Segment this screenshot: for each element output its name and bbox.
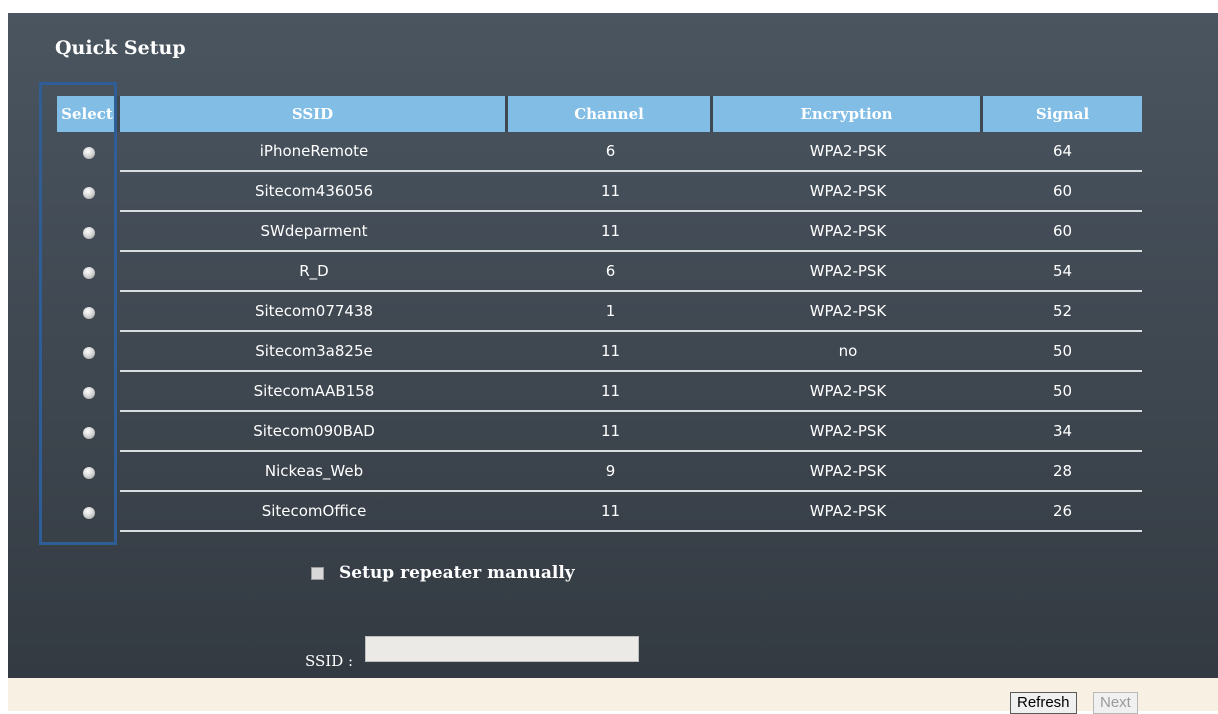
table-row[interactable]: Sitecom436056 11 WPA2-PSK 60 <box>57 172 1142 212</box>
ssid-cell: Sitecom3a825e <box>120 332 508 372</box>
channel-cell: 9 <box>508 452 713 492</box>
signal-cell: 52 <box>983 292 1142 332</box>
channel-cell: 1 <box>508 292 713 332</box>
channel-cell: 11 <box>508 372 713 412</box>
ssid-cell: R_D <box>120 252 508 292</box>
header-signal: Signal <box>983 96 1142 132</box>
ssid-cell: SitecomOffice <box>120 492 508 532</box>
signal-cell: 60 <box>983 212 1142 252</box>
encryption-cell: WPA2-PSK <box>713 212 983 252</box>
channel-cell: 11 <box>508 412 713 452</box>
access-point-table: Select SSID Channel Encryption Signal iP… <box>57 96 1142 532</box>
encryption-cell: no <box>713 332 983 372</box>
encryption-cell: WPA2-PSK <box>713 132 983 172</box>
channel-cell: 11 <box>508 492 713 532</box>
ssid-cell: Sitecom090BAD <box>120 412 508 452</box>
channel-cell: 11 <box>508 172 713 212</box>
signal-cell: 26 <box>983 492 1142 532</box>
page-title: Quick Setup <box>55 37 186 59</box>
encryption-cell: WPA2-PSK <box>713 492 983 532</box>
ssid-input[interactable] <box>365 636 639 662</box>
signal-cell: 54 <box>983 252 1142 292</box>
channel-cell: 6 <box>508 132 713 172</box>
channel-cell: 11 <box>508 332 713 372</box>
table-header-row: Select SSID Channel Encryption Signal <box>57 96 1142 132</box>
table-row[interactable]: iPhoneRemote 6 WPA2-PSK 64 <box>57 132 1142 172</box>
signal-cell: 64 <box>983 132 1142 172</box>
table-row[interactable]: Sitecom090BAD 11 WPA2-PSK 34 <box>57 412 1142 452</box>
signal-cell: 28 <box>983 452 1142 492</box>
encryption-cell: WPA2-PSK <box>713 372 983 412</box>
header-encryption: Encryption <box>713 96 983 132</box>
channel-cell: 11 <box>508 212 713 252</box>
setup-manually-row: Setup repeater manually <box>311 563 575 583</box>
signal-cell: 34 <box>983 412 1142 452</box>
ssid-cell: Nickeas_Web <box>120 452 508 492</box>
encryption-cell: WPA2-PSK <box>713 412 983 452</box>
encryption-cell: WPA2-PSK <box>713 252 983 292</box>
encryption-cell: WPA2-PSK <box>713 172 983 212</box>
table-row[interactable]: Sitecom3a825e 11 no 50 <box>57 332 1142 372</box>
signal-cell: 50 <box>983 372 1142 412</box>
setup-manually-checkbox[interactable] <box>311 566 324 580</box>
header-ssid: SSID <box>120 96 508 132</box>
encryption-cell: WPA2-PSK <box>713 292 983 332</box>
table-row[interactable]: SitecomOffice 11 WPA2-PSK 26 <box>57 492 1142 532</box>
ssid-cell: Sitecom077438 <box>120 292 508 332</box>
ssid-cell: iPhoneRemote <box>120 132 508 172</box>
select-column-highlight <box>39 82 117 545</box>
table-row[interactable]: Nickeas_Web 9 WPA2-PSK 28 <box>57 452 1142 492</box>
signal-cell: 60 <box>983 172 1142 212</box>
ssid-field-label: SSID : <box>305 652 354 670</box>
table-body: iPhoneRemote 6 WPA2-PSK 64 Sitecom436056 11 WP… <box>57 132 1142 532</box>
channel-cell: 6 <box>508 252 713 292</box>
table-row[interactable]: SitecomAAB158 11 WPA2-PSK 50 <box>57 372 1142 412</box>
table-row[interactable]: R_D 6 WPA2-PSK 54 <box>57 252 1142 292</box>
table-row[interactable]: SWdeparment 11 WPA2-PSK 60 <box>57 212 1142 252</box>
header-channel: Channel <box>508 96 713 132</box>
ssid-cell: SitecomAAB158 <box>120 372 508 412</box>
setup-manually-label: Setup repeater manually <box>339 563 575 583</box>
encryption-cell: WPA2-PSK <box>713 452 983 492</box>
ssid-cell: Sitecom436056 <box>120 172 508 212</box>
table-row[interactable]: Sitecom077438 1 WPA2-PSK 52 <box>57 292 1142 332</box>
ssid-cell: SWdeparment <box>120 212 508 252</box>
signal-cell: 50 <box>983 332 1142 372</box>
